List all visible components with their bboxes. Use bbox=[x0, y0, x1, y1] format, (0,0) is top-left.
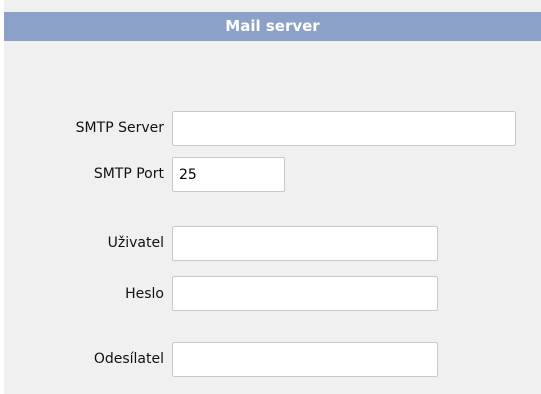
smtp-server-input[interactable] bbox=[172, 111, 516, 146]
sender-label: Odesílatel bbox=[93, 351, 164, 367]
smtp-server-label: SMTP Server bbox=[75, 120, 164, 136]
user-label: Uživatel bbox=[107, 235, 164, 251]
smtp-port-input[interactable] bbox=[172, 157, 285, 192]
smtp-port-label: SMTP Port bbox=[93, 166, 164, 182]
sender-input[interactable] bbox=[172, 342, 438, 377]
mail-server-panel: Mail server SMTP Server SMTP Port Uživat… bbox=[4, 0, 541, 394]
password-label: Heslo bbox=[125, 286, 164, 302]
user-input[interactable] bbox=[172, 226, 438, 261]
panel-title: Mail server bbox=[4, 12, 541, 41]
password-input[interactable] bbox=[172, 276, 438, 311]
